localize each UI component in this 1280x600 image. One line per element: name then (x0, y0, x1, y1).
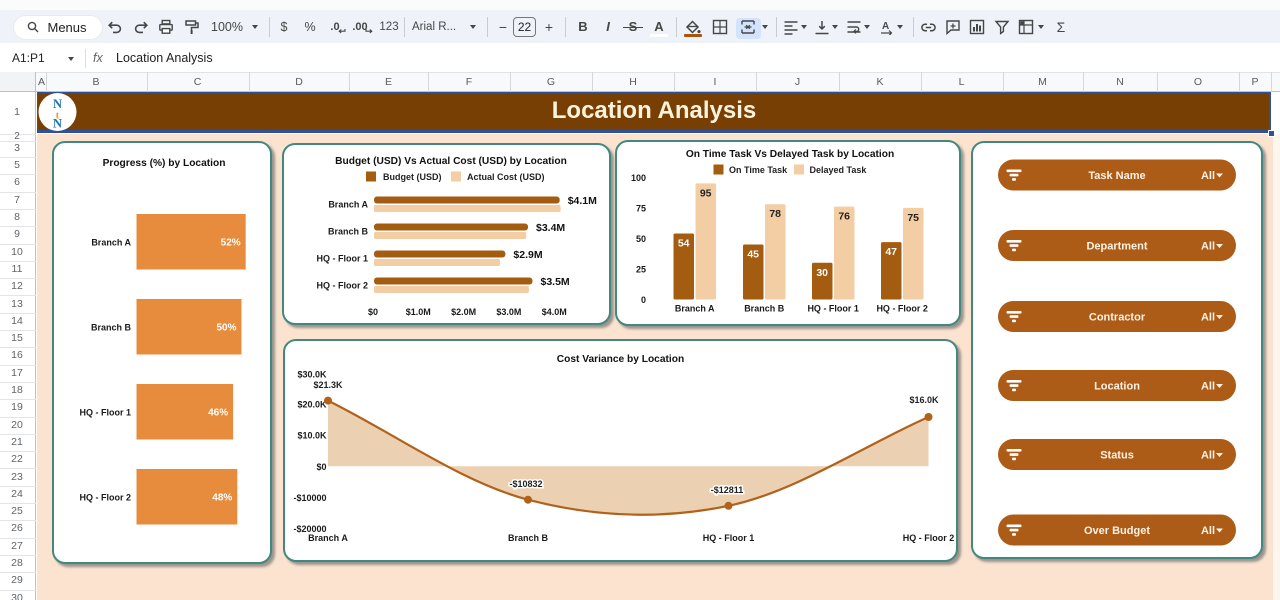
svg-text:30: 30 (816, 267, 828, 279)
svg-text:HQ - Floor 2: HQ - Floor 2 (317, 281, 369, 291)
svg-text:$20.0K: $20.0K (297, 400, 327, 410)
svg-text:$1.0M: $1.0M (406, 307, 431, 317)
svg-text:100: 100 (631, 173, 646, 183)
svg-text:Cost Variance by Location: Cost Variance by Location (557, 354, 684, 365)
svg-text:54: 54 (678, 238, 690, 250)
svg-text:Location: Location (1094, 380, 1140, 392)
svg-text:48%: 48% (212, 493, 232, 504)
svg-text:HQ - Floor 1: HQ - Floor 1 (317, 254, 369, 264)
svg-text:On Time Task Vs Delayed Task b: On Time Task Vs Delayed Task by Location (686, 149, 894, 160)
svg-text:Progress (%) by Location: Progress (%) by Location (103, 158, 226, 169)
svg-text:Branch A: Branch A (328, 200, 368, 210)
svg-text:All: All (1200, 380, 1214, 392)
svg-text:46%: 46% (208, 408, 228, 419)
svg-text:HQ - Floor 2: HQ - Floor 2 (80, 493, 132, 503)
svg-text:Department: Department (1086, 240, 1147, 252)
svg-text:$16.0K: $16.0K (909, 395, 939, 405)
svg-text:All: All (1200, 240, 1214, 252)
svg-text:HQ - Floor 1: HQ - Floor 1 (807, 304, 859, 314)
svg-text:76: 76 (838, 211, 850, 223)
svg-text:N: N (53, 117, 62, 131)
svg-text:Branch B: Branch B (508, 533, 549, 543)
svg-text:Task Name: Task Name (1088, 169, 1145, 181)
svg-text:$3.4M: $3.4M (536, 222, 565, 234)
svg-text:HQ - Floor 2: HQ - Floor 2 (903, 533, 955, 543)
svg-text:All: All (1200, 524, 1214, 536)
svg-text:A: A (882, 21, 889, 32)
svg-text:HQ - Floor 2: HQ - Floor 2 (876, 304, 928, 314)
svg-text:Branch A: Branch A (91, 238, 131, 248)
svg-text:Branch B: Branch B (744, 304, 785, 314)
svg-text:0: 0 (641, 295, 646, 305)
svg-text:Delayed Task: Delayed Task (810, 165, 868, 175)
svg-text:Branch A: Branch A (308, 533, 348, 543)
svg-text:Budget (USD) Vs Actual Cost (U: Budget (USD) Vs Actual Cost (USD) by Loc… (335, 156, 567, 167)
svg-text:52%: 52% (221, 238, 241, 249)
svg-text:50%: 50% (216, 323, 236, 334)
svg-text:HQ - Floor 1: HQ - Floor 1 (703, 533, 755, 543)
svg-text:$2.9M: $2.9M (513, 249, 542, 261)
svg-text:95: 95 (700, 187, 712, 199)
svg-text:Contractor: Contractor (1088, 311, 1145, 323)
svg-text:Branch B: Branch B (91, 323, 132, 333)
svg-text:50: 50 (636, 234, 646, 244)
svg-text:Branch B: Branch B (328, 227, 369, 237)
svg-text:$4.0M: $4.0M (542, 307, 567, 317)
svg-text:Over Budget: Over Budget (1083, 524, 1149, 536)
svg-text:Actual Cost (USD): Actual Cost (USD) (467, 172, 545, 182)
svg-text:Branch A: Branch A (675, 304, 715, 314)
svg-text:HQ - Floor 1: HQ - Floor 1 (80, 408, 132, 418)
svg-text:All: All (1200, 449, 1214, 461)
svg-text:75: 75 (636, 203, 646, 213)
svg-text:All: All (1200, 169, 1214, 181)
svg-text:25: 25 (636, 264, 646, 274)
svg-text:-$12811: -$12811 (711, 485, 744, 495)
svg-text:$21.3K: $21.3K (313, 380, 343, 390)
svg-text:$0: $0 (368, 307, 378, 317)
svg-text:$10.0K: $10.0K (297, 431, 327, 441)
svg-text:45: 45 (747, 249, 759, 261)
svg-text:Status: Status (1100, 449, 1134, 461)
svg-text:$0: $0 (316, 462, 326, 472)
svg-text:75: 75 (907, 212, 919, 224)
svg-text:All: All (1200, 311, 1214, 323)
svg-text:On Time Task: On Time Task (729, 165, 788, 175)
svg-text:78: 78 (769, 208, 781, 220)
svg-text:$30.0K: $30.0K (297, 370, 327, 380)
svg-text:-$10832: -$10832 (509, 479, 542, 489)
svg-text:$3.5M: $3.5M (541, 276, 570, 288)
svg-text:$2.0M: $2.0M (451, 307, 476, 317)
svg-text:$4.1M: $4.1M (568, 195, 597, 207)
svg-text:47: 47 (885, 246, 897, 258)
svg-text:Budget (USD): Budget (USD) (383, 172, 442, 182)
svg-text:$3.0M: $3.0M (496, 307, 521, 317)
svg-text:-$10000: -$10000 (293, 493, 326, 503)
